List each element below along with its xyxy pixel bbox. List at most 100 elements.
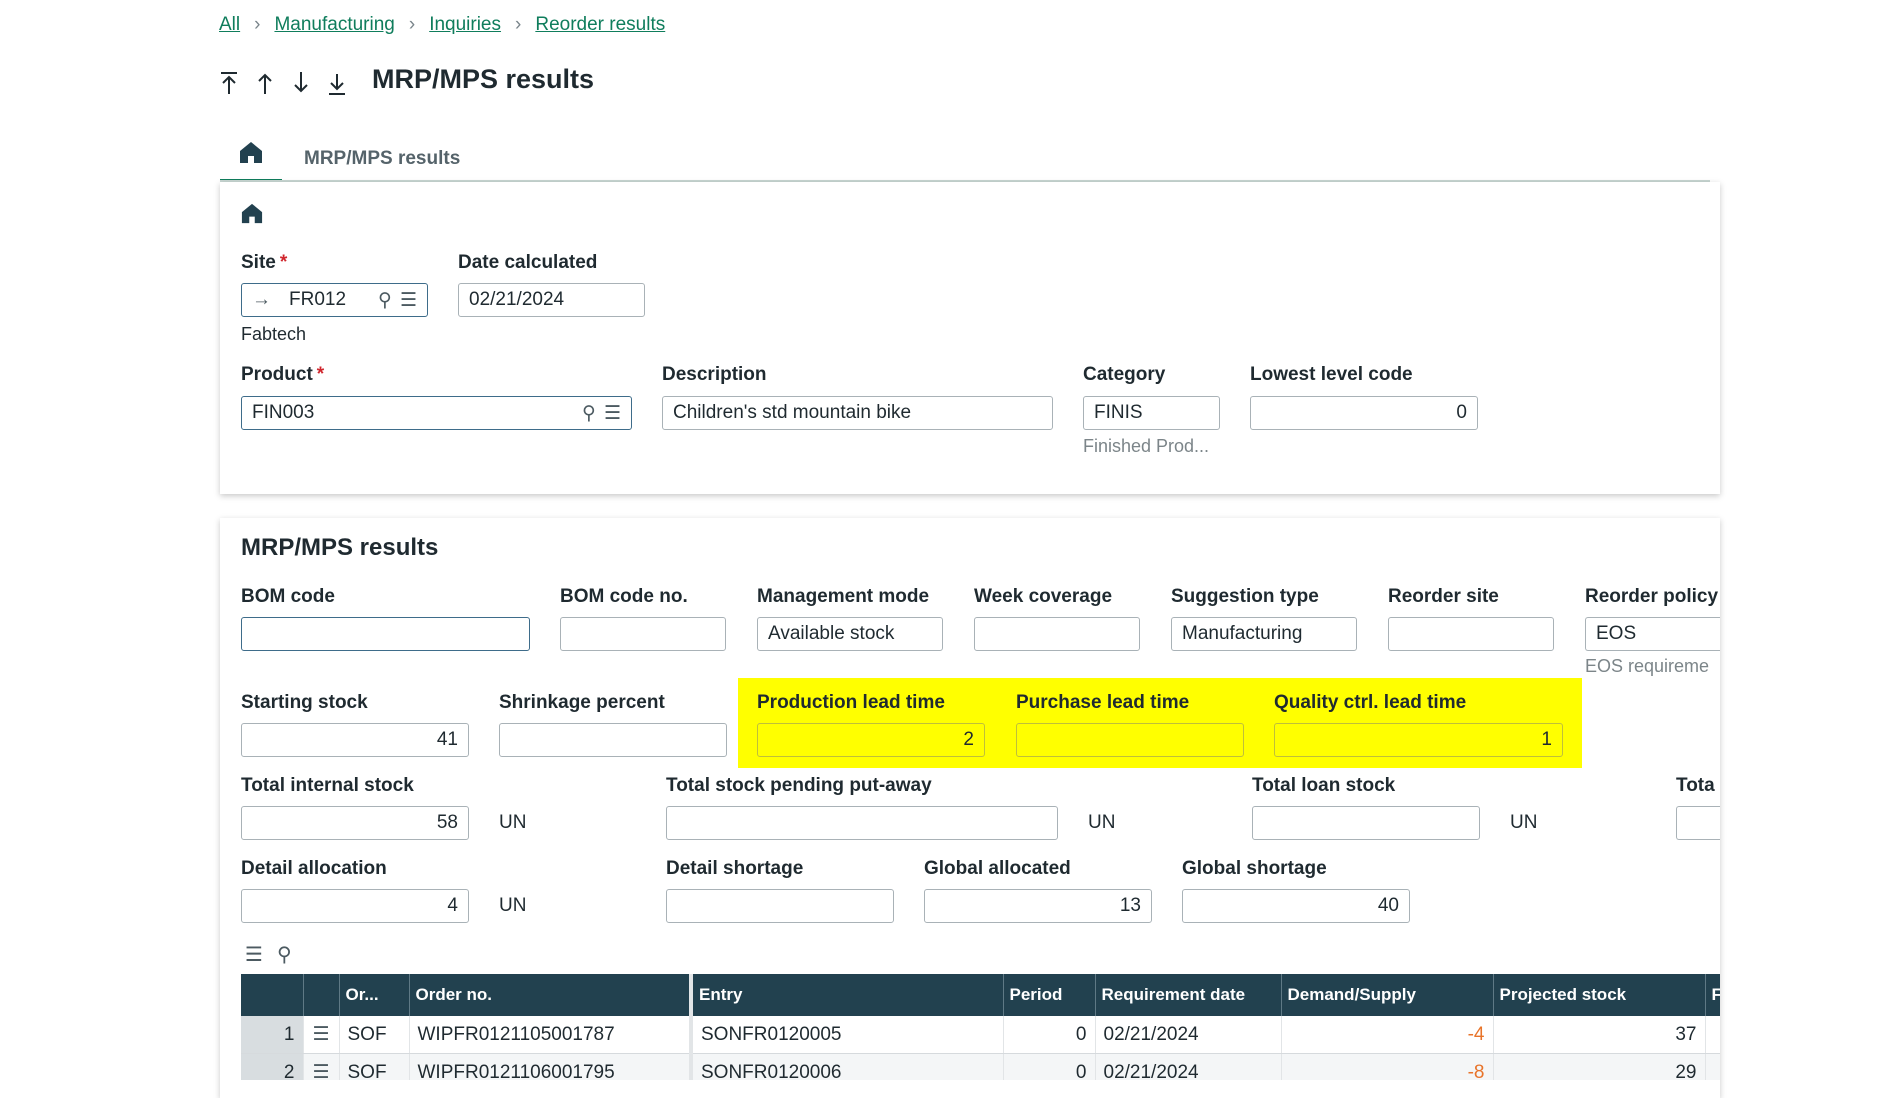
purchase-lead-time-field[interactable] [1016, 723, 1244, 757]
site-field[interactable]: → FR012 ⚲ ☰ [241, 283, 428, 317]
cell-projected-stock[interactable]: 37 [1493, 1016, 1706, 1054]
column-requirement-date[interactable]: Requirement date [1095, 974, 1282, 1016]
reorder-policy-field[interactable]: EOS [1585, 617, 1720, 651]
search-icon[interactable]: ⚲ [277, 942, 292, 967]
row-number: 2 [241, 1053, 304, 1080]
lowest-level-code-field[interactable]: 0 [1250, 396, 1478, 430]
table-row[interactable]: 1 ☰ SOF WIPFR0121105001787 SONFR0120005 … [241, 1016, 1720, 1054]
breadcrumb-inquiries[interactable]: Inquiries [429, 14, 501, 36]
shrinkage-percent-field[interactable] [499, 723, 727, 757]
starting-stock-label: Starting stock [241, 692, 368, 713]
results-grid: Or... Order no. Entry Period Requirement… [241, 974, 1720, 1080]
menu-icon[interactable]: ☰ [604, 402, 621, 425]
bom-code-no-field[interactable] [560, 617, 726, 651]
chevron-right-icon: › [254, 14, 261, 35]
cell-order-no[interactable]: WIPFR0121105001787 [409, 1016, 693, 1054]
total-internal-stock-field[interactable]: 58 [241, 806, 469, 840]
lowest-level-code-label: Lowest level code [1250, 364, 1413, 385]
reorder-site-label: Reorder site [1388, 586, 1499, 607]
cell-requirement-date[interactable]: 02/21/2024 [1095, 1053, 1282, 1080]
quality-ctrl-lead-time-field[interactable]: 1 [1274, 723, 1563, 757]
column-projected-stock[interactable]: Projected stock [1493, 974, 1706, 1016]
column-truncated[interactable]: F [1705, 974, 1720, 1016]
cell-demand-supply[interactable]: -4 [1281, 1016, 1494, 1054]
truncated-total-label: Tota [1676, 775, 1715, 796]
tab-home[interactable] [220, 140, 282, 182]
cell-period[interactable]: 0 [1003, 1016, 1096, 1054]
truncated-total-field[interactable] [1676, 806, 1720, 840]
shrinkage-percent-label: Shrinkage percent [499, 692, 665, 713]
row-number: 1 [241, 1016, 304, 1054]
bom-code-label: BOM code [241, 586, 335, 607]
cell-projected-stock[interactable]: 29 [1493, 1053, 1706, 1080]
total-stock-pending-field[interactable] [666, 806, 1058, 840]
cell-demand-supply[interactable]: -8 [1281, 1053, 1494, 1080]
total-internal-stock-label: Total internal stock [241, 775, 414, 796]
category-label: Category [1083, 364, 1166, 385]
bom-code-field[interactable] [241, 617, 530, 651]
date-calculated-field[interactable]: 02/21/2024 [458, 283, 645, 317]
week-coverage-label: Week coverage [974, 586, 1113, 607]
detail-shortage-field[interactable] [666, 889, 894, 923]
last-record-icon[interactable] [326, 70, 348, 96]
site-label: Site * [241, 252, 288, 273]
total-stock-pending-unit: UN [1088, 812, 1116, 833]
category-field[interactable]: FINIS [1083, 396, 1220, 430]
detail-allocation-field[interactable]: 4 [241, 889, 469, 923]
total-loan-stock-label: Total loan stock [1252, 775, 1396, 796]
reorder-policy-description: EOS requireme [1585, 656, 1710, 676]
tab-mrp-mps-results[interactable]: MRP/MPS results [304, 148, 460, 170]
breadcrumb: All › Manufacturing › Inquiries › Reorde… [219, 14, 665, 36]
chevron-right-icon: › [408, 14, 416, 35]
cell-entry[interactable]: SONFR0120005 [691, 1016, 1004, 1054]
menu-icon[interactable]: ☰ [400, 289, 417, 312]
week-coverage-field[interactable] [974, 617, 1140, 651]
total-stock-pending-label: Total stock pending put-away [666, 775, 932, 796]
row-menu-icon[interactable]: ☰ [303, 1053, 340, 1080]
first-record-icon[interactable] [218, 70, 240, 96]
global-allocated-label: Global allocated [924, 858, 1071, 879]
cell-truncated[interactable] [1705, 1016, 1720, 1054]
starting-stock-field[interactable]: 41 [241, 723, 469, 757]
record-navigation [218, 70, 348, 96]
cell-requirement-date[interactable]: 02/21/2024 [1095, 1016, 1282, 1054]
arrow-right-icon[interactable]: → [252, 289, 271, 311]
reorder-policy-label: Reorder policy [1585, 586, 1719, 607]
description-field[interactable]: Children's std mountain bike [662, 396, 1053, 430]
table-row[interactable]: 2 ☰ SOF WIPFR0121106001795 SONFR0120006 … [241, 1053, 1720, 1080]
management-mode-field[interactable]: Available stock [757, 617, 943, 651]
product-field[interactable]: FIN003 ⚲ ☰ [241, 396, 632, 430]
column-order-type[interactable]: Or... [339, 974, 410, 1016]
search-icon[interactable]: ⚲ [582, 402, 596, 425]
row-menu-icon[interactable]: ☰ [303, 1016, 340, 1054]
column-entry[interactable]: Entry [691, 974, 1004, 1016]
cell-order-type[interactable]: SOF [339, 1053, 410, 1080]
column-row-number [241, 974, 304, 1016]
global-shortage-field[interactable]: 40 [1182, 889, 1410, 923]
bom-code-no-label: BOM code no. [560, 586, 688, 607]
reorder-site-field[interactable] [1388, 617, 1554, 651]
search-icon[interactable]: ⚲ [378, 289, 392, 312]
cell-truncated[interactable] [1705, 1053, 1720, 1080]
total-loan-stock-field[interactable] [1252, 806, 1480, 840]
quality-ctrl-lead-time-label: Quality ctrl. lead time [1274, 692, 1467, 713]
cell-order-no[interactable]: WIPFR0121106001795 [409, 1053, 693, 1080]
grid-header-row: Or... Order no. Entry Period Requirement… [241, 974, 1720, 1016]
cell-period[interactable]: 0 [1003, 1053, 1096, 1080]
chevron-right-icon: › [515, 14, 522, 35]
breadcrumb-all[interactable]: All [219, 14, 240, 36]
production-lead-time-field[interactable]: 2 [757, 723, 985, 757]
column-demand-supply[interactable]: Demand/Supply [1281, 974, 1494, 1016]
breadcrumb-reorder-results[interactable]: Reorder results [535, 14, 665, 36]
column-order-no[interactable]: Order no. [409, 974, 693, 1016]
global-allocated-field[interactable]: 13 [924, 889, 1152, 923]
cell-entry[interactable]: SONFR0120006 [691, 1053, 1004, 1080]
section-title: MRP/MPS results [241, 534, 439, 561]
previous-record-icon[interactable] [254, 70, 276, 96]
next-record-icon[interactable] [290, 70, 312, 96]
menu-icon[interactable]: ☰ [245, 942, 263, 967]
cell-order-type[interactable]: SOF [339, 1016, 410, 1054]
breadcrumb-manufacturing[interactable]: Manufacturing [274, 14, 394, 36]
column-period[interactable]: Period [1003, 974, 1096, 1016]
suggestion-type-field[interactable]: Manufacturing [1171, 617, 1357, 651]
